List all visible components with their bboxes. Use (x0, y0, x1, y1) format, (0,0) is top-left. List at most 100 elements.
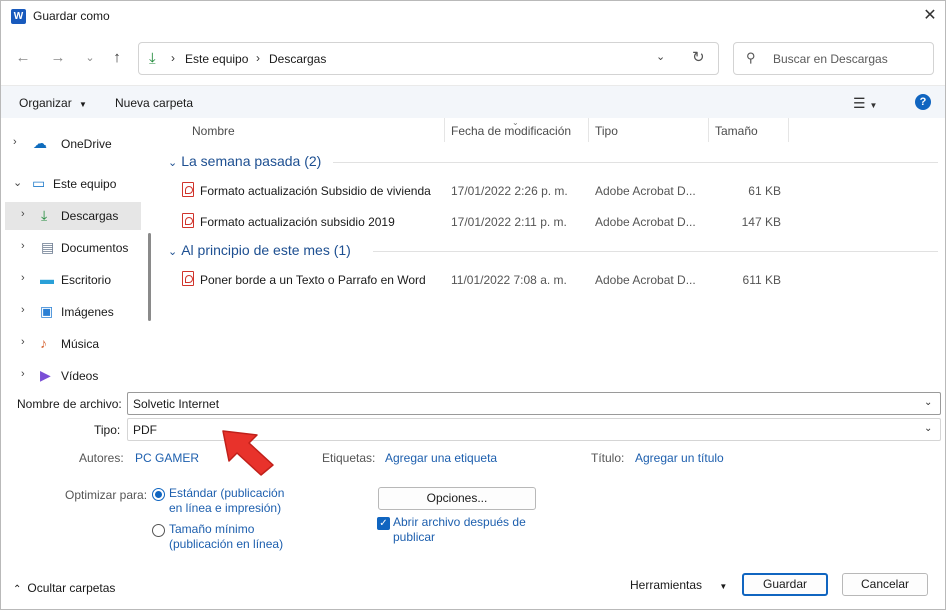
open-after-line2: publicar (393, 530, 436, 544)
tools-button[interactable]: Herramientas ▼ (630, 578, 727, 592)
annotation-arrow-icon (222, 430, 274, 476)
group-divider (373, 251, 938, 252)
recent-locations-chevron-icon[interactable]: ⌄ (79, 47, 101, 69)
optimize-standard-line2: en línea e impresión) (169, 501, 282, 515)
open-after-line1: Abrir archivo después de (393, 515, 526, 529)
optimize-label: Optimizar para: (65, 488, 148, 502)
sidebar-item-label: Documentos (61, 241, 129, 255)
file-type: Adobe Acrobat D... (595, 215, 696, 229)
search-box[interactable]: ⚲ Buscar en Descargas (733, 42, 934, 75)
download-icon: ⤓ (149, 50, 156, 67)
chevron-right-icon[interactable]: › (21, 304, 25, 316)
column-divider[interactable] (588, 118, 589, 142)
group-title: Al principio de este mes (1) (181, 242, 351, 258)
address-history-chevron-icon[interactable]: ⌄ (656, 50, 665, 63)
optimize-minimum-label[interactable]: Tamaño mínimo (publicación en línea) (169, 522, 283, 552)
list-item[interactable]: Formato actualización subsidio 2019 17/0… (158, 211, 945, 235)
save-options-panel: Nombre de archivo: Solvetic Internet ⌄ T… (1, 382, 945, 609)
options-button[interactable]: Opciones... (378, 487, 536, 510)
open-after-publish-checkbox[interactable]: ✓ (377, 517, 390, 530)
sidebar-item-este-equipo[interactable]: ⌄ ▭ Este equipo (5, 170, 141, 198)
group-header[interactable]: ⌄ La semana pasada (2) (168, 153, 321, 169)
hide-folders-label: Ocultar carpetas (27, 581, 116, 595)
sidebar-item-descargas[interactable]: › ⤓ Descargas (5, 202, 141, 230)
column-header-size[interactable]: Tamaño (715, 124, 758, 138)
file-date: 11/01/2022 7:08 a. m. (451, 273, 567, 287)
column-divider[interactable] (708, 118, 709, 142)
group-divider (333, 162, 938, 163)
sidebar-item-label: Vídeos (61, 369, 99, 383)
command-bar: Organizar ▼ Nueva carpeta ☰ ▼ ? (1, 85, 945, 118)
file-list: ⌄ Nombre Fecha de modificación Tipo Tama… (158, 118, 945, 382)
column-divider[interactable] (788, 118, 789, 142)
chevron-right-icon[interactable]: › (13, 136, 17, 148)
chevron-right-icon[interactable]: › (21, 272, 25, 284)
group-header[interactable]: ⌄ Al principio de este mes (1) (168, 242, 351, 258)
column-header-type[interactable]: Tipo (595, 124, 618, 138)
tags-label: Etiquetas: (322, 451, 376, 465)
chevron-down-icon[interactable]: ⌄ (924, 397, 932, 408)
organize-button[interactable]: Organizar ▼ (19, 96, 87, 110)
title-label: Título: (591, 451, 625, 465)
sidebar-item-onedrive[interactable]: › ☁ OneDrive (5, 130, 141, 158)
file-name: Formato actualización subsidio 2019 (200, 215, 395, 229)
sidebar-scrollbar[interactable] (148, 233, 151, 321)
add-tag-link[interactable]: Agregar una etiqueta (385, 451, 497, 465)
column-divider[interactable] (444, 118, 445, 142)
breadcrumb-este-equipo[interactable]: Este equipo (185, 52, 248, 66)
window-title: Guardar como (33, 9, 110, 23)
pdf-file-icon (182, 213, 194, 228)
pdf-file-icon (182, 182, 194, 197)
column-header-date[interactable]: Fecha de modificación (451, 124, 571, 138)
search-placeholder: Buscar en Descargas (773, 52, 888, 66)
sidebar-item-musica[interactable]: › ♪ Música (5, 330, 141, 358)
open-after-publish-label[interactable]: Abrir archivo después de publicar (393, 515, 526, 545)
chevron-down-icon[interactable]: ⌄ (13, 176, 22, 189)
sidebar-item-label: Descargas (61, 209, 119, 223)
breadcrumb-descargas[interactable]: Descargas (269, 52, 326, 66)
view-options-icon[interactable]: ☰ ▼ (853, 95, 877, 112)
up-button[interactable]: ↑ (106, 47, 128, 69)
help-icon[interactable]: ? (915, 94, 931, 110)
music-icon: ♪ (40, 335, 47, 351)
hide-folders-button[interactable]: ⌃ Ocultar carpetas (13, 581, 115, 595)
add-title-link[interactable]: Agregar un título (635, 451, 724, 465)
list-item[interactable]: Formato actualización Subsidio de vivien… (158, 180, 945, 204)
optimize-standard-label[interactable]: Estándar (publicación en línea e impresi… (169, 486, 284, 516)
authors-label: Autores: (79, 451, 124, 465)
group-title: La semana pasada (2) (181, 153, 322, 169)
new-folder-button[interactable]: Nueva carpeta (115, 96, 193, 110)
chevron-right-icon: › (171, 51, 175, 65)
chevron-right-icon[interactable]: › (21, 368, 25, 380)
file-type-value: PDF (133, 423, 157, 437)
forward-button[interactable]: → (47, 47, 69, 69)
chevron-right-icon[interactable]: › (21, 336, 25, 348)
file-type: Adobe Acrobat D... (595, 184, 696, 198)
sidebar-item-documentos[interactable]: › ▤ Documentos (5, 234, 141, 262)
chevron-right-icon[interactable]: › (21, 240, 25, 252)
optimize-standard-line1: Estándar (publicación (169, 486, 285, 500)
address-bar[interactable]: ⤓ › Este equipo › Descargas ⌄ ↻ (138, 42, 719, 75)
filename-label: Nombre de archivo: (17, 397, 122, 411)
chevron-down-icon[interactable]: ⌄ (924, 423, 932, 434)
optimize-standard-radio[interactable] (152, 488, 165, 501)
back-button[interactable]: ← (12, 47, 34, 69)
cloud-icon: ☁ (33, 135, 47, 151)
close-icon[interactable]: ✕ (919, 5, 941, 27)
save-button[interactable]: Guardar (742, 573, 828, 596)
file-size: 147 KB (741, 215, 781, 229)
chevron-right-icon[interactable]: › (21, 208, 25, 220)
filename-input[interactable]: Solvetic Internet ⌄ (127, 392, 941, 415)
sidebar-item-imagenes[interactable]: › ▣ Imágenes (5, 298, 141, 326)
file-date: 17/01/2022 2:26 p. m. (451, 184, 568, 198)
cancel-button[interactable]: Cancelar (842, 573, 928, 596)
list-item[interactable]: Poner borde a un Texto o Parrafo en Word… (158, 269, 945, 293)
optimize-minimum-radio[interactable] (152, 524, 165, 537)
sidebar-item-label: Imágenes (61, 305, 114, 319)
refresh-icon[interactable]: ↻ (692, 48, 705, 66)
column-header-name[interactable]: Nombre (192, 124, 235, 138)
document-icon: ▤ (41, 239, 55, 255)
authors-value[interactable]: PC GAMER (135, 451, 199, 465)
pdf-file-icon (182, 271, 194, 286)
sidebar-item-escritorio[interactable]: › ▬ Escritorio (5, 266, 141, 294)
